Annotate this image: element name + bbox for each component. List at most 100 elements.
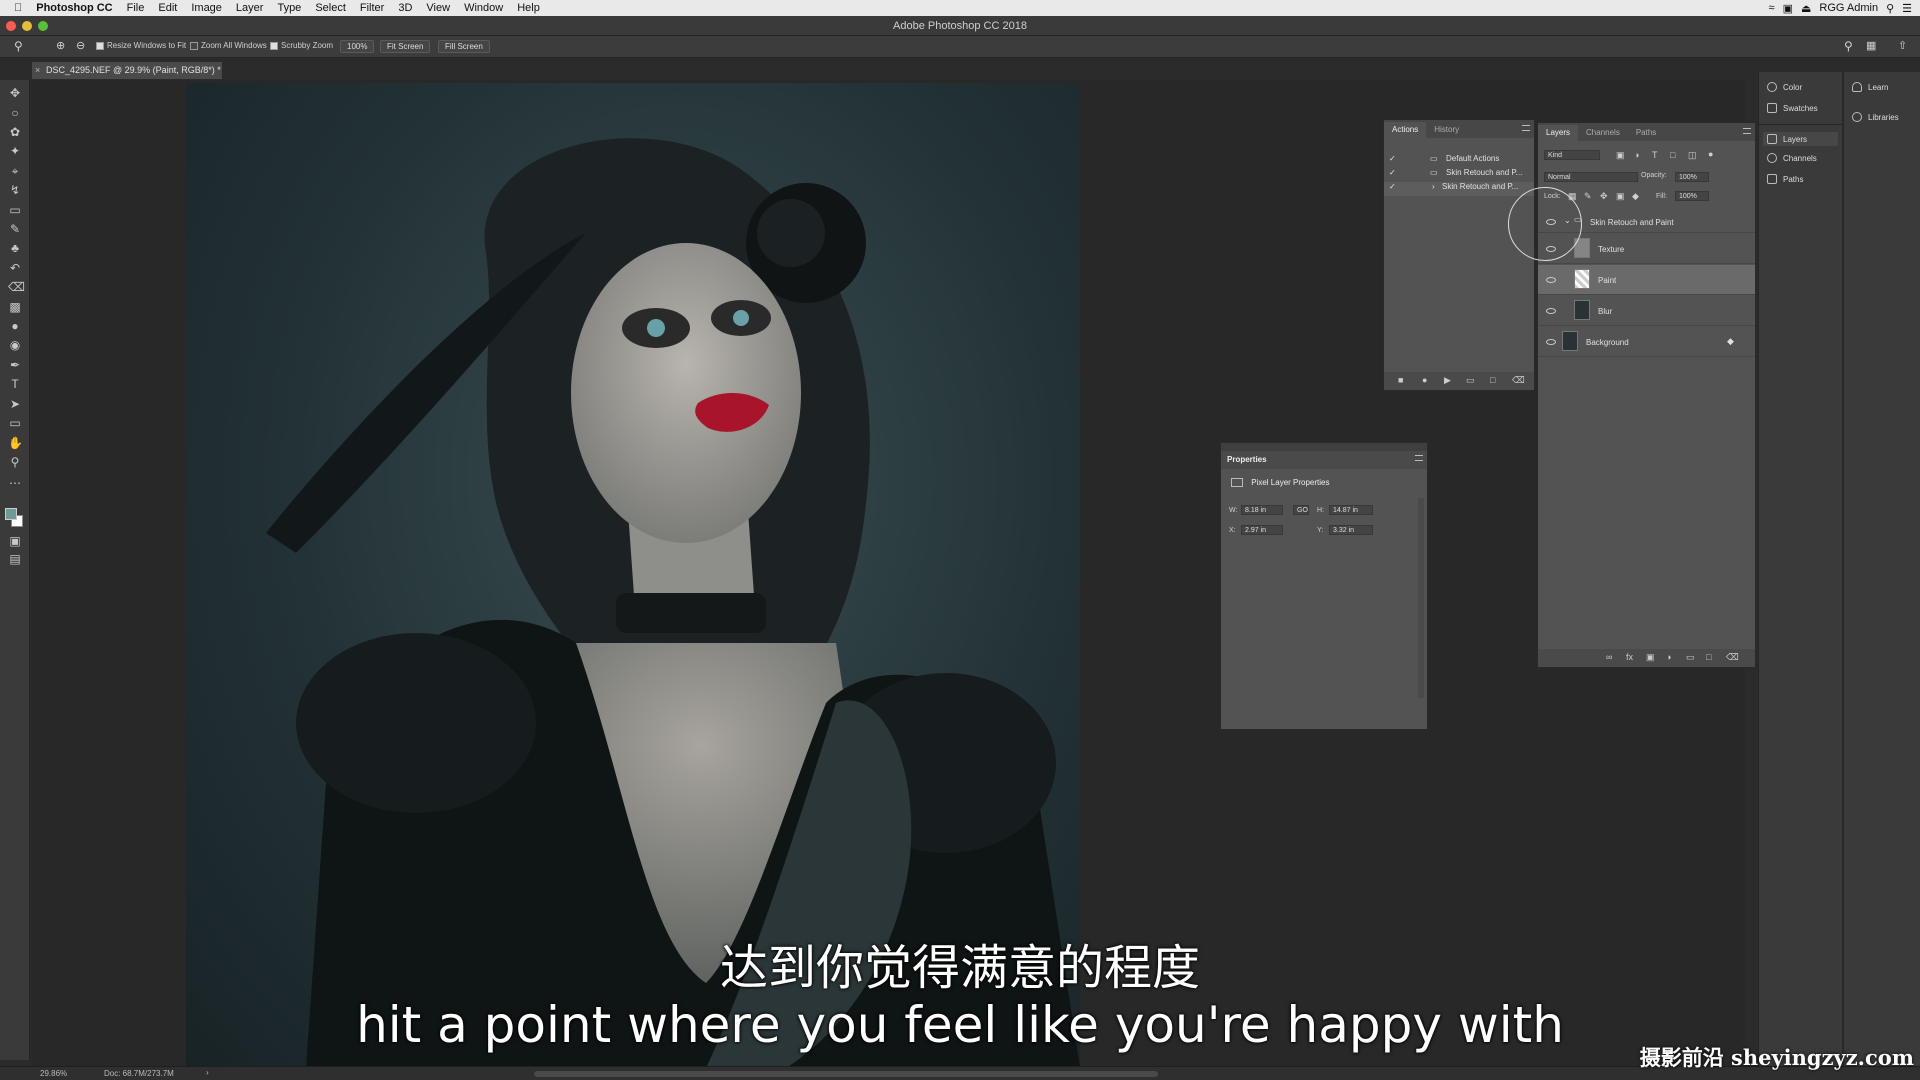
fill-screen-button[interactable]: Fill Screen (438, 40, 490, 53)
apple-icon[interactable]:  (0, 0, 29, 16)
zoom-readout[interactable]: 29.86% (40, 1069, 67, 1078)
trash-icon[interactable]: ⌫ (1512, 375, 1525, 386)
add-mask-icon[interactable]: ▣ (1646, 652, 1655, 663)
dock-paths[interactable]: Paths (1767, 174, 1803, 184)
dock-libraries[interactable]: Libraries (1852, 112, 1899, 122)
height-field[interactable]: 14.87 in (1329, 505, 1373, 515)
menu-edit[interactable]: Edit (151, 0, 184, 16)
user-menu[interactable]: RGG Admin (1819, 2, 1878, 14)
fit-screen-button[interactable]: Fit Screen (380, 40, 431, 53)
layer-kind-filter[interactable]: Kind (1544, 150, 1600, 160)
action-row[interactable]: ✓ › Skin Retouch and P... (1384, 182, 1534, 196)
tab-history[interactable]: History (1426, 122, 1467, 138)
eject-icon[interactable]: ⏏ (1801, 2, 1811, 15)
eyedropper-icon[interactable]: ↯ (8, 183, 22, 197)
gradient-tool-icon[interactable]: ▩ (8, 300, 22, 314)
menu-view[interactable]: View (419, 0, 457, 16)
zoom-100-button[interactable]: 100% (340, 40, 375, 53)
resize-windows-option[interactable]: Resize Windows to Fit (96, 41, 186, 50)
new-layer-icon[interactable]: □ (1706, 652, 1711, 662)
magic-wand-icon[interactable]: ✦ (8, 144, 22, 158)
document-tab[interactable]: × DSC_4295.NEF @ 29.9% (Paint, RGB/8*) * (32, 62, 222, 79)
close-tab-icon[interactable]: × (35, 62, 40, 79)
new-set-icon[interactable]: ▭ (1466, 375, 1475, 386)
filter-toggle-icon[interactable]: ● (1708, 149, 1713, 159)
dock-color[interactable]: Color (1767, 82, 1802, 92)
menu-filter[interactable]: Filter (353, 0, 391, 16)
search-icon[interactable]: ⚲ (1844, 39, 1853, 53)
display-icon[interactable]: ▣ (1783, 2, 1793, 15)
filter-smart-icon[interactable]: ◫ (1688, 150, 1697, 161)
delete-layer-icon[interactable]: ⌫ (1726, 652, 1739, 663)
minimize-button[interactable] (22, 21, 32, 31)
healing-brush-icon[interactable]: ▭ (8, 203, 22, 217)
link-layers-icon[interactable]: ∞ (1606, 652, 1612, 662)
app-menu[interactable]: Photoshop CC (29, 0, 119, 16)
panel-menu-icon[interactable] (1415, 455, 1423, 461)
blend-mode-select[interactable]: Normal (1544, 172, 1638, 182)
resize-windows-checkbox[interactable] (96, 41, 104, 50)
y-field[interactable]: 3.32 in (1329, 525, 1373, 535)
brush-tool-icon[interactable]: ✎ (8, 222, 22, 236)
tab-channels[interactable]: Channels (1578, 125, 1628, 141)
document-image[interactable] (186, 83, 1080, 1068)
menu-file[interactable]: File (120, 0, 152, 16)
zoom-in-icon[interactable]: ⊕ (56, 39, 65, 52)
zoom-all-checkbox[interactable] (190, 41, 198, 50)
history-brush-icon[interactable]: ↶ (8, 261, 22, 275)
panel-menu-icon[interactable] (1743, 128, 1751, 134)
check-icon[interactable]: ✓ (1389, 168, 1396, 177)
spotlight-icon[interactable]: ⚲ (1886, 2, 1894, 15)
blur-tool-icon[interactable]: ● (8, 319, 22, 333)
visibility-eye-icon[interactable] (1546, 277, 1556, 283)
menu-help[interactable]: Help (510, 0, 547, 16)
lasso-tool-icon[interactable]: ✿ (8, 125, 22, 139)
type-tool-icon[interactable]: T (8, 377, 22, 391)
layer-row-selected[interactable]: Paint (1538, 265, 1755, 295)
panel-menu-icon[interactable] (1522, 125, 1530, 131)
chevron-right-icon[interactable]: › (1432, 182, 1435, 191)
tab-layers[interactable]: Layers (1538, 125, 1579, 141)
adjustment-layer-icon[interactable]: ◑ (1666, 652, 1671, 662)
dock-channels[interactable]: Channels (1767, 153, 1817, 163)
lock-artboard-icon[interactable]: ▣ (1616, 191, 1625, 202)
filter-adjustment-icon[interactable]: ◑ (1634, 150, 1639, 160)
stop-icon[interactable]: ■ (1398, 375, 1403, 385)
marquee-tool-icon[interactable]: ○ (8, 106, 22, 120)
tab-paths[interactable]: Paths (1628, 125, 1664, 141)
lock-pixels-icon[interactable]: ✎ (1584, 191, 1592, 202)
properties-drag-bar[interactable] (1221, 443, 1427, 451)
new-group-icon[interactable]: ▭ (1686, 652, 1695, 663)
zoom-tool-icon[interactable]: ⚲ (8, 455, 22, 469)
dock-swatches[interactable]: Swatches (1767, 103, 1818, 113)
path-selection-icon[interactable]: ➤ (8, 397, 22, 411)
record-icon[interactable]: ● (1422, 375, 1427, 385)
menu-3d[interactable]: 3D (391, 0, 419, 16)
dock-learn[interactable]: Learn (1852, 82, 1888, 92)
new-action-icon[interactable]: □ (1490, 375, 1495, 385)
status-menu-chevron-icon[interactable]: › (206, 1068, 209, 1077)
crop-tool-icon[interactable]: ⌖ (8, 164, 22, 178)
tab-actions[interactable]: Actions (1384, 122, 1427, 138)
fill-field[interactable]: 100% (1675, 191, 1709, 201)
layer-row[interactable]: Background ◆ (1538, 327, 1755, 357)
quick-mask-icon[interactable]: ▣ (8, 534, 22, 548)
zoom-button[interactable] (38, 21, 48, 31)
zoom-out-icon[interactable]: ⊖ (76, 39, 85, 52)
shape-tool-icon[interactable]: ▭ (8, 416, 22, 430)
layer-row[interactable]: Blur (1538, 296, 1755, 326)
menu-window[interactable]: Window (457, 0, 510, 16)
filter-type-icon[interactable]: T (1652, 150, 1658, 160)
menu-image[interactable]: Image (184, 0, 229, 16)
fx-icon[interactable]: fx (1626, 652, 1633, 662)
zoom-tool-icon[interactable]: ⚲ (14, 39, 23, 53)
eraser-icon[interactable]: ⌫ (8, 280, 25, 294)
filter-pixel-icon[interactable]: ▣ (1616, 150, 1625, 161)
clone-stamp-icon[interactable]: ♣ (8, 241, 22, 255)
dodge-tool-icon[interactable]: ◉ (8, 338, 22, 352)
visibility-eye-icon[interactable] (1546, 339, 1556, 345)
play-icon[interactable]: ▶ (1444, 375, 1451, 386)
lock-all-icon[interactable]: ◆ (1632, 191, 1639, 202)
share-icon[interactable]: ⇧ (1898, 39, 1907, 52)
check-icon[interactable]: ✓ (1389, 154, 1396, 163)
